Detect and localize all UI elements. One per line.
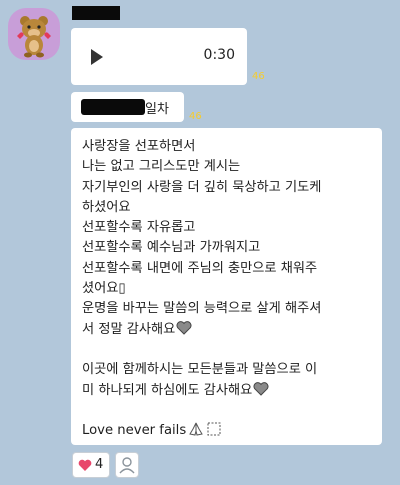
sparkle-box-icon: [207, 422, 221, 436]
unread-count: 46: [189, 111, 202, 122]
sender-name-redacted: [72, 6, 120, 20]
message-line: 선포할수록 자유롭고: [82, 220, 196, 236]
message-line: 하셨어요: [82, 199, 131, 215]
add-reaction-button[interactable]: [115, 452, 139, 478]
message-line-text: 미 하나되게 하심에도 감사해요: [82, 382, 253, 398]
praying-hands-icon: [189, 422, 204, 436]
sender-avatar[interactable]: [8, 8, 60, 60]
day-message-bubble[interactable]: 일차: [71, 92, 184, 122]
unread-count: 46: [252, 71, 265, 82]
message-line-text: 서 정말 감사해요: [82, 321, 176, 337]
play-icon[interactable]: [91, 49, 103, 65]
message-line: 셨어요▯: [82, 281, 126, 297]
text-message-bubble[interactable]: 사랑장을 선포하면서 나는 없고 그리스도만 계시는 자기부인의 사랑을 더 깊…: [71, 128, 382, 445]
message-line-with-heart: 서 정말 감사해요: [82, 320, 371, 340]
message-line: 선포할수록 내면에 주님의 충만으로 채워주: [82, 260, 318, 276]
bear-character-icon: [17, 16, 51, 58]
heart-reaction-button[interactable]: 4: [72, 452, 110, 478]
heart-icon: [78, 459, 92, 471]
message-line-with-emoji: Love never fails: [82, 421, 371, 441]
message-line-text: Love never fails: [82, 423, 187, 439]
day-label: 일차: [145, 102, 169, 117]
gray-heart-icon: [176, 320, 192, 335]
message-line: 이곳에 함께하시는 모든분들과 말씀으로 이: [82, 362, 318, 378]
voice-message-bubble[interactable]: 0:30: [71, 28, 247, 85]
message-line-with-heart: 미 하나되게 하심에도 감사해요: [82, 381, 371, 401]
message-line: 사랑장을 선포하면서: [82, 139, 196, 154]
message-line: 운명을 바꾸는 말씀의 능력으로 살게 해주셔: [82, 301, 322, 317]
message-line: 나는 없고 그리스도만 계시는: [82, 159, 241, 175]
person-icon: [119, 457, 135, 474]
message-line: 자기부인의 사랑을 더 깊히 묵상하고 기도케: [82, 179, 322, 195]
gray-heart-icon: [253, 381, 269, 396]
message-line: 선포할수록 예수님과 가까워지고: [82, 240, 261, 256]
redacted-text: [81, 99, 145, 115]
reaction-count: 4: [95, 457, 104, 472]
message-line: [82, 401, 371, 421]
voice-duration: 0:30: [203, 47, 235, 63]
message-line: [82, 340, 371, 360]
